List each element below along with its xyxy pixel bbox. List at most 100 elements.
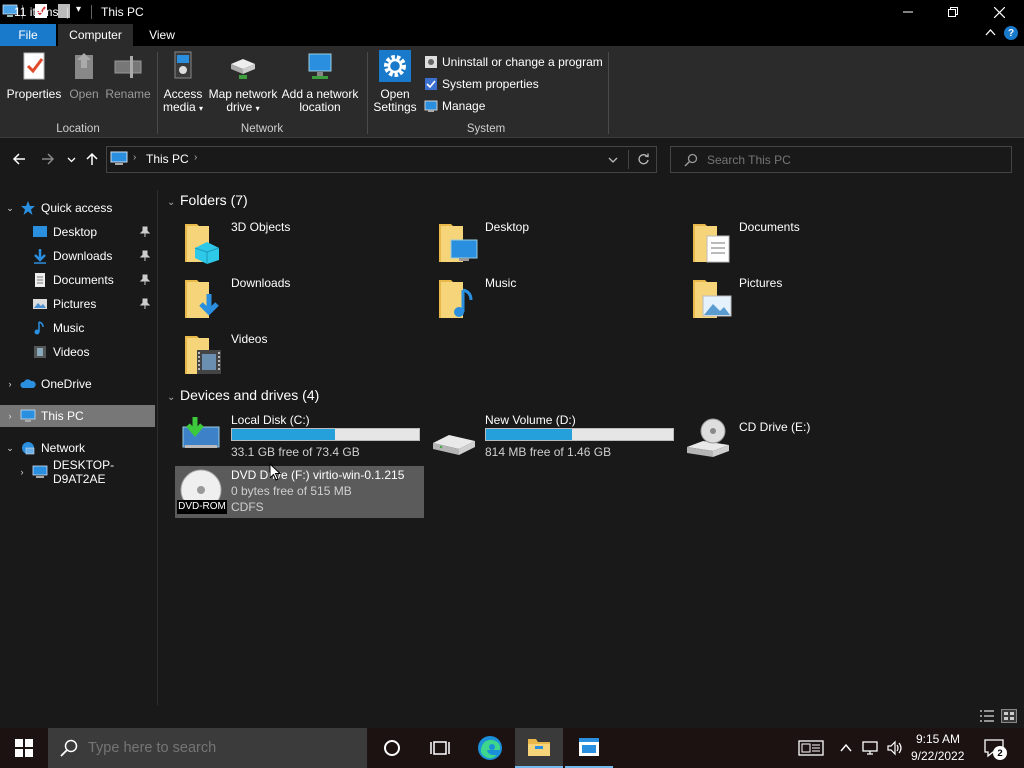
pin-icon[interactable]: [139, 250, 151, 262]
pin-icon[interactable]: [139, 226, 151, 238]
open-button[interactable]: Open: [64, 50, 104, 101]
network-status-icon[interactable]: [861, 740, 879, 756]
tab-view[interactable]: View: [137, 24, 187, 46]
customize-quick-access-icon[interactable]: ▾: [76, 4, 81, 15]
nav-desktop[interactable]: Desktop: [0, 221, 155, 243]
drives-group-header[interactable]: ⌄ Devices and drives (4): [167, 387, 319, 403]
folder-videos[interactable]: Videos: [179, 330, 419, 382]
large-icons-view-icon[interactable]: [1001, 709, 1017, 723]
start-button[interactable]: [0, 728, 48, 768]
add-network-location-button[interactable]: Add a network location: [280, 50, 360, 114]
gear-icon: [379, 50, 411, 82]
chevron-right-icon[interactable]: ›: [4, 378, 16, 390]
open-settings-button[interactable]: Open Settings: [372, 50, 418, 114]
drive-free-space: 33.1 GB free of 73.4 GB: [231, 445, 360, 459]
drive-name: CD Drive (E:): [739, 420, 811, 434]
folder-downloads[interactable]: Downloads: [179, 274, 419, 326]
nav-music[interactable]: Music: [0, 317, 155, 339]
help-icon[interactable]: ?: [1004, 26, 1018, 40]
details-view-icon[interactable]: [979, 709, 995, 723]
drive-f[interactable]: DVD-ROM DVD Drive (F:) virtio-win-0.1.21…: [175, 466, 424, 518]
window-taskbar-button[interactable]: [565, 728, 613, 768]
uninstall-program-button[interactable]: Uninstall or change a program: [424, 53, 603, 71]
system-properties-button[interactable]: System properties: [424, 75, 539, 93]
address-dropdown-icon[interactable]: [608, 156, 618, 164]
volume-icon[interactable]: [886, 740, 904, 756]
cloud-icon: [20, 379, 36, 388]
cortana-button[interactable]: [368, 728, 416, 768]
nav-videos[interactable]: Videos: [0, 341, 155, 363]
desktop-icon: [33, 226, 47, 237]
uninstall-icon: [425, 56, 437, 68]
close-button[interactable]: [976, 0, 1022, 24]
properties-button[interactable]: Properties: [7, 50, 61, 101]
nav-pictures[interactable]: Pictures: [0, 293, 155, 315]
folder-3d-objects[interactable]: 3D Objects: [179, 218, 419, 270]
rename-button[interactable]: Rename: [105, 50, 151, 101]
file-explorer-taskbar-button[interactable]: [515, 728, 563, 768]
chevron-down-icon[interactable]: ⌄: [167, 197, 177, 208]
search-icon: [60, 739, 78, 757]
nav-onedrive[interactable]: › OneDrive: [0, 373, 155, 395]
clock-date[interactable]: 9/22/2022: [911, 749, 964, 763]
news-widget-icon[interactable]: [798, 740, 824, 756]
show-hidden-icons-icon[interactable]: [839, 741, 853, 755]
system-properties-icon: [425, 78, 437, 90]
refresh-icon[interactable]: [637, 153, 650, 166]
manage-button[interactable]: Manage: [424, 97, 485, 115]
pin-icon[interactable]: [139, 274, 151, 286]
back-button[interactable]: [10, 150, 28, 168]
recent-locations-button[interactable]: [63, 150, 79, 168]
breadcrumb-separator-icon[interactable]: ›: [194, 152, 197, 163]
separator: [608, 52, 609, 134]
folders-group-header[interactable]: ⌄ Folders (7): [167, 192, 248, 208]
folder-music[interactable]: Music: [433, 274, 673, 326]
folder-desktop[interactable]: Desktop: [433, 218, 673, 270]
chevron-down-icon[interactable]: ⌄: [4, 442, 16, 454]
nav-quick-access[interactable]: ⌄ Quick access: [0, 197, 155, 219]
taskbar-search-box[interactable]: [48, 728, 367, 768]
nav-desktop-computer[interactable]: › DESKTOP-D9AT2AE: [0, 458, 155, 486]
pin-icon[interactable]: [139, 298, 151, 310]
forward-button[interactable]: [39, 150, 57, 168]
properties-icon: [23, 52, 45, 80]
minimize-icon: [903, 11, 913, 13]
maximize-button[interactable]: [930, 0, 976, 24]
separator: [91, 5, 92, 19]
chevron-right-icon[interactable]: ›: [4, 410, 16, 422]
nav-documents[interactable]: Documents: [0, 269, 155, 291]
nav-onedrive-label: OneDrive: [41, 377, 92, 391]
nav-downloads[interactable]: Downloads: [0, 245, 155, 267]
drive-c[interactable]: Local Disk (C:) 33.1 GB free of 73.4 GB: [175, 413, 425, 465]
file-explorer-folder-icon: [528, 739, 550, 756]
clock-time[interactable]: 9:15 AM: [916, 732, 960, 746]
open-settings-label-line2: Settings: [373, 100, 417, 114]
tab-computer[interactable]: Computer: [58, 24, 133, 46]
task-view-button[interactable]: [416, 728, 464, 768]
search-input[interactable]: [707, 152, 997, 168]
drive-usage-fill: [486, 429, 573, 440]
chevron-right-icon[interactable]: ›: [16, 466, 28, 478]
nav-this-pc[interactable]: › This PC: [0, 405, 155, 427]
up-button[interactable]: [83, 150, 101, 168]
map-network-drive-button[interactable]: Map network drive ▾: [206, 50, 280, 115]
taskbar-search-input[interactable]: [88, 739, 358, 757]
tab-file[interactable]: File: [0, 24, 56, 46]
breadcrumb-this-pc[interactable]: This PC: [146, 152, 189, 166]
folder-documents[interactable]: Documents: [687, 218, 927, 270]
minimize-button[interactable]: [885, 0, 931, 24]
action-center-button[interactable]: 2: [983, 738, 1007, 760]
drive-d[interactable]: New Volume (D:) 814 MB free of 1.46 GB: [429, 413, 679, 465]
address-bar[interactable]: › This PC ›: [106, 146, 657, 173]
drive-e[interactable]: CD Drive (E:): [683, 413, 933, 465]
edge-taskbar-button[interactable]: [466, 728, 514, 768]
nav-music-label: Music: [53, 321, 85, 335]
chevron-down-icon[interactable]: ⌄: [167, 392, 177, 403]
folder-pictures[interactable]: Pictures: [687, 274, 927, 326]
collapse-ribbon-icon[interactable]: [985, 27, 996, 41]
search-box[interactable]: [670, 146, 1012, 173]
nav-network[interactable]: ⌄ Network: [0, 437, 155, 459]
drive-usage-bar: [231, 428, 420, 441]
chevron-down-icon[interactable]: ⌄: [4, 202, 16, 214]
access-media-button[interactable]: Access media ▾: [160, 50, 206, 115]
